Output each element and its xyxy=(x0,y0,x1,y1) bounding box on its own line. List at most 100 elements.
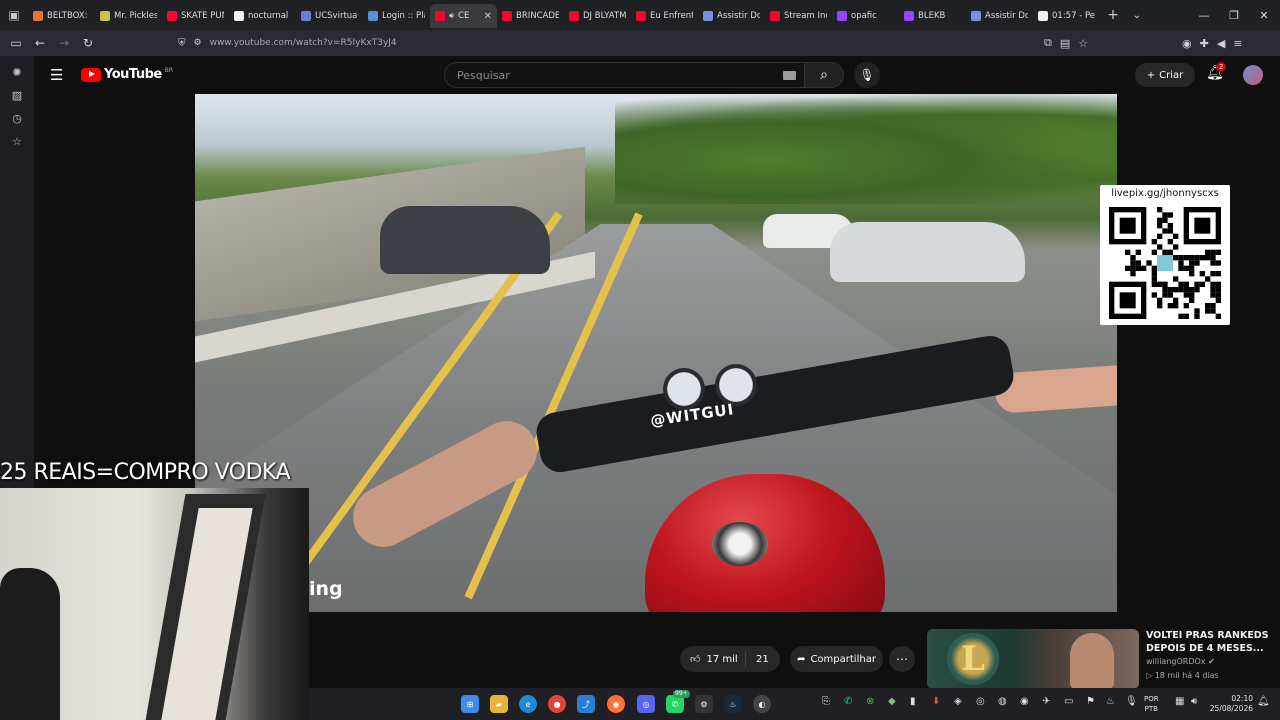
tray-nvidia-icon[interactable]: ◆ xyxy=(888,696,896,707)
notifications-icon[interactable]: 🔔︎ xyxy=(1257,696,1270,707)
video-player[interactable]: @WITGUI ing xyxy=(195,94,1117,612)
tray-discord-icon[interactable]: ◍ xyxy=(998,696,1007,707)
qr-module xyxy=(1210,260,1216,266)
history-icon[interactable]: ◷ xyxy=(12,112,22,125)
reload-icon[interactable]: ↻ xyxy=(76,30,100,56)
youtube-logo-text: YouTube xyxy=(104,67,162,82)
browser-tab[interactable]: Login :: Pla xyxy=(363,4,430,28)
search-button[interactable]: ⌕ xyxy=(804,62,844,88)
obs-icon[interactable]: ◐ xyxy=(753,695,771,713)
browser-tab[interactable]: nocturnal xyxy=(229,4,296,28)
discord-icon[interactable]: ◎ xyxy=(637,695,655,713)
youtube-logo[interactable]: YouTube BR xyxy=(81,67,173,82)
share-button[interactable]: ➦ Compartilhar xyxy=(790,646,883,672)
recommended-thumbnail[interactable]: L xyxy=(927,629,1139,689)
tray-icon[interactable]: ◎ xyxy=(976,696,985,707)
create-button[interactable]: + Criar xyxy=(1135,63,1195,87)
back-icon[interactable]: ← xyxy=(28,30,52,56)
hamburger-menu-icon[interactable]: ☰ xyxy=(50,66,63,84)
steam-icon[interactable]: ♨ xyxy=(724,695,742,713)
qr-module xyxy=(1173,303,1179,309)
tray-icon[interactable]: ⚑ xyxy=(1086,696,1095,707)
browser-tab[interactable]: SKATE PUN xyxy=(162,4,229,28)
synced-tabs-icon[interactable]: ▨ xyxy=(12,89,22,102)
keyboard-icon[interactable] xyxy=(783,71,796,80)
browser-tab[interactable]: BELTBOX: A xyxy=(28,4,95,28)
tray-icon[interactable]: ◉ xyxy=(1020,696,1029,707)
tray-microphone-icon[interactable]: 🎙 xyxy=(1125,696,1138,707)
new-tab-icon[interactable]: + xyxy=(1100,7,1126,23)
tray-icon[interactable]: ▮ xyxy=(910,696,916,707)
browser-tab[interactable]: Assistir Do xyxy=(698,4,765,28)
tab-favicon-icon xyxy=(837,11,847,21)
browser-tab[interactable]: Mr. Pickles xyxy=(95,4,162,28)
tab-close-icon[interactable]: ✕ xyxy=(484,11,492,22)
chrome-icon[interactable]: ● xyxy=(548,695,566,713)
search-input[interactable] xyxy=(457,68,777,82)
keyboard-language[interactable]: POR PTB xyxy=(1144,694,1159,714)
browser-tab-strip: ▣ BELTBOX: A Mr. Pickles SKATE PUN nocturna… xyxy=(0,0,1280,30)
qr-module xyxy=(1173,233,1179,239)
start-icon[interactable]: ⊞ xyxy=(461,695,479,713)
qr-module xyxy=(1157,217,1163,223)
network-icon[interactable]: ▦ xyxy=(1175,696,1184,707)
file-explorer-icon[interactable]: ▰ xyxy=(490,695,508,713)
url-field[interactable]: ⛨ ⚙ www.youtube.com/watch?v=R5IyKxT3yJ4 xyxy=(178,33,1100,53)
video-gauge xyxy=(663,368,705,410)
tab-favicon-icon xyxy=(636,11,646,21)
picture-in-picture-icon[interactable]: ⧉ xyxy=(1044,36,1052,50)
browser-tab[interactable]: Assistir Do xyxy=(966,4,1033,28)
sidebar-toggle-icon[interactable]: ▭ xyxy=(4,30,28,56)
discord-badge: 99+ xyxy=(673,690,690,698)
more-actions-icon[interactable]: ⋯ xyxy=(889,646,915,672)
maximize-icon[interactable]: ❐ xyxy=(1218,0,1250,30)
tray-icon[interactable]: ◈ xyxy=(954,696,962,707)
browser-tab[interactable]: BRINCADE xyxy=(497,4,564,28)
voice-search-button[interactable]: 🎙 xyxy=(854,62,880,88)
firefox-icon[interactable]: ◉ xyxy=(607,695,625,713)
tab-audio-icon[interactable]: 🔊︎ xyxy=(449,11,454,21)
edge-icon[interactable]: e xyxy=(519,695,537,713)
browser-tab[interactable]: BLEKB xyxy=(899,4,966,28)
app-icon[interactable]: ⤴ xyxy=(577,695,595,713)
tray-icon[interactable]: ✈ xyxy=(1042,696,1050,707)
bookmarks-icon[interactable]: ☆ xyxy=(12,135,22,148)
browser-tab[interactable]: opafic xyxy=(832,4,899,28)
volume-icon[interactable]: 🔊︎ xyxy=(1191,696,1197,707)
account-icon[interactable]: ◉ xyxy=(1182,37,1192,50)
bookmark-star-icon[interactable]: ☆ xyxy=(1078,37,1088,50)
reader-view-icon[interactable]: ▤ xyxy=(1060,37,1070,50)
steam-app-icon[interactable]: ⚙ xyxy=(695,695,713,713)
browser-tab[interactable]: UCSvirtual xyxy=(296,4,363,28)
qr-module xyxy=(1205,249,1211,255)
tray-xbox-icon[interactable]: ⊗ xyxy=(866,696,874,707)
tab-list-chevron-icon[interactable]: ⌄ xyxy=(1126,10,1148,21)
like-button[interactable]: 👍︎ 17 mil xyxy=(680,651,746,667)
ai-chat-icon[interactable]: ✺ xyxy=(12,66,21,79)
browser-tab[interactable]: DJ BLYATM xyxy=(564,4,631,28)
tray-icon[interactable]: ⎘ xyxy=(822,696,830,707)
tab-label: nocturnal xyxy=(248,11,289,21)
recommended-title[interactable]: VOLTEI PRAS RANKEDS DEPOIS DE 4 MESES... xyxy=(1146,629,1271,655)
close-window-icon[interactable]: ✕ xyxy=(1248,0,1280,30)
forward-icon[interactable]: → xyxy=(52,30,76,56)
avatar[interactable] xyxy=(1243,65,1263,85)
minimize-icon[interactable]: — xyxy=(1188,0,1220,30)
tray-whatsapp-icon[interactable]: ✆ xyxy=(844,696,852,707)
tray-steam-icon[interactable]: ♨ xyxy=(1106,696,1115,707)
menu-icon[interactable]: ≡ xyxy=(1233,37,1242,50)
qr-module xyxy=(1210,292,1216,298)
browser-tab[interactable]: Stream Inc xyxy=(765,4,832,28)
extensions-icon[interactable]: ✚ xyxy=(1200,37,1209,50)
browser-tab[interactable]: 🔊︎ CE ✕ xyxy=(430,4,497,28)
recommended-channel[interactable]: williangORDOx ✔ xyxy=(1146,657,1215,666)
tab-actions-icon[interactable]: ▣ xyxy=(0,0,28,30)
speaker-icon[interactable]: ◀ xyxy=(1217,37,1225,50)
tray-icon[interactable]: ⬇ xyxy=(932,696,940,707)
system-clock[interactable]: 02:10 25/08/2026 xyxy=(1209,694,1253,714)
browser-tab[interactable]: Eu Enfrenti xyxy=(631,4,698,28)
tab-label: opafic xyxy=(851,11,877,21)
tray-icon[interactable]: ▭ xyxy=(1064,696,1073,707)
dislike-button[interactable]: 21 xyxy=(746,654,769,665)
browser-tab[interactable]: 01:57 - Pe xyxy=(1033,4,1100,28)
